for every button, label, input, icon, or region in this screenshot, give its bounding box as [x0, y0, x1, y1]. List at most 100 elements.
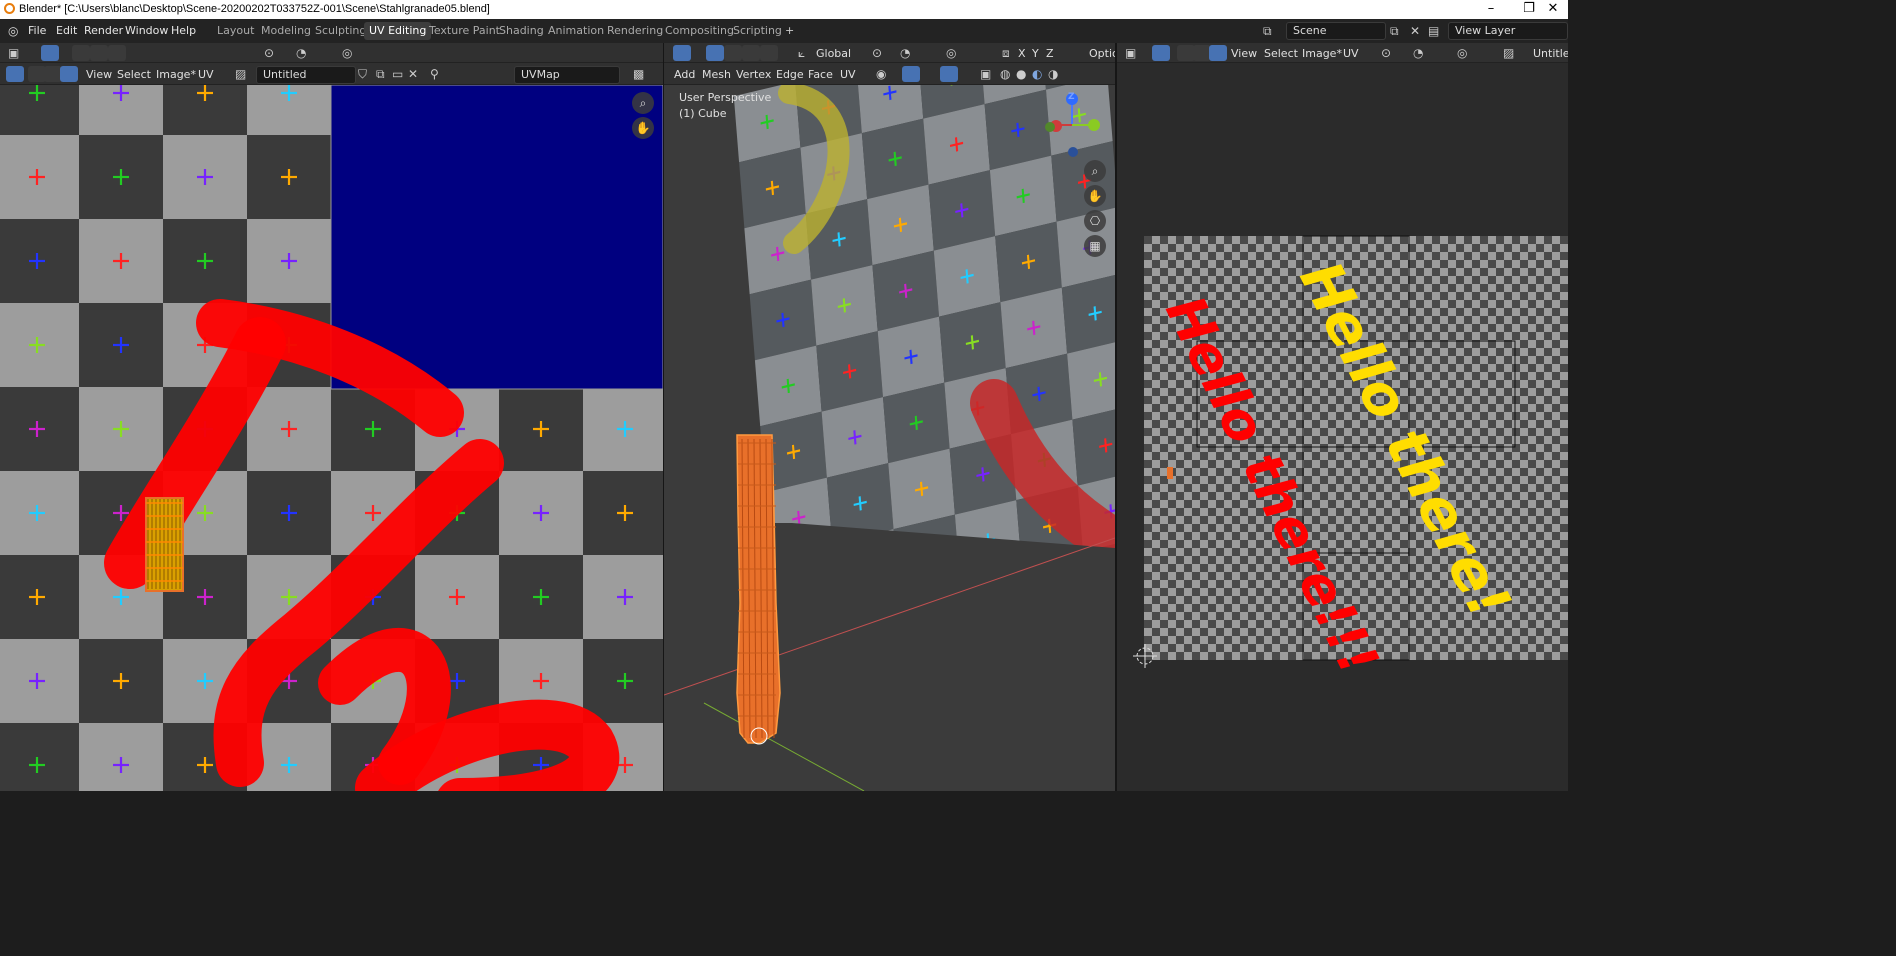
menu-mesh[interactable]: Mesh — [702, 68, 731, 81]
tab-animation[interactable]: Animation — [543, 22, 609, 40]
material-shading-icon[interactable]: ◐ — [1032, 67, 1042, 81]
menu-render[interactable]: Render — [84, 24, 123, 37]
tab-sculpting[interactable]: Sculpting — [310, 22, 371, 40]
select-tool-icon[interactable] — [673, 45, 691, 61]
image-name-label[interactable]: Untitled — [1533, 47, 1568, 60]
blender-menu-icon[interactable]: ◎ — [8, 24, 18, 38]
uv-menu-select[interactable]: Select — [117, 68, 151, 81]
rendered-shading-icon[interactable]: ◑ — [1048, 67, 1058, 81]
proportional-icon[interactable]: ◎ — [342, 46, 352, 60]
uv-checker-canvas[interactable] — [0, 43, 663, 791]
select-box-icon[interactable] — [41, 45, 59, 61]
menu-help[interactable]: Help — [171, 24, 196, 37]
image-menu-view[interactable]: View — [1231, 47, 1257, 60]
tab-rendering[interactable]: Rendering — [602, 22, 668, 40]
fake-user-icon[interactable]: ⛉ — [358, 67, 367, 81]
wireframe-shading-icon[interactable]: ◍ — [1000, 67, 1010, 81]
overlay-toggle-icon[interactable] — [940, 66, 958, 82]
zoom-icon[interactable]: ⌕ — [1084, 160, 1106, 182]
gizmo-toggle-icon[interactable] — [902, 66, 920, 82]
hand-icon[interactable]: ✋ — [632, 117, 654, 139]
pivot-icon[interactable]: ⊙ — [1381, 46, 1391, 60]
select-mode-icon[interactable] — [706, 45, 724, 61]
axis-z[interactable]: Z — [1046, 47, 1054, 60]
close-window-button[interactable]: ✕ — [1534, 0, 1572, 19]
menu-file[interactable]: File — [28, 24, 46, 37]
uv-face-mode-icon[interactable] — [1209, 45, 1227, 61]
close-icon[interactable]: ✕ — [408, 67, 418, 81]
image-menu-uv[interactable]: UV — [1343, 47, 1359, 60]
select-mode-icon[interactable] — [742, 45, 760, 61]
menu-window[interactable]: Window — [125, 24, 168, 37]
menu-vertex[interactable]: Vertex — [736, 68, 771, 81]
menu-edit[interactable]: Edit — [56, 24, 77, 37]
view-layer-icon[interactable]: ▤ — [1428, 24, 1439, 38]
proportional-icon[interactable]: ◎ — [946, 46, 956, 60]
uv-menu-view[interactable]: View — [86, 68, 112, 81]
tab-scripting[interactable]: Scripting — [728, 22, 787, 40]
new-image-icon[interactable]: ⧉ — [376, 67, 385, 81]
tab-layout[interactable]: Layout — [212, 22, 259, 40]
mirror-icon[interactable]: ⧈ — [1002, 46, 1010, 60]
snap-icon[interactable]: ◔ — [900, 46, 910, 60]
menu-add[interactable]: Add — [674, 68, 695, 81]
delete-scene-icon[interactable]: ✕ — [1410, 24, 1420, 38]
uv-face-mode-icon[interactable] — [60, 66, 78, 82]
image-browse-icon[interactable]: ▨ — [235, 67, 246, 81]
select-mode-icon[interactable] — [108, 45, 126, 61]
sync-selection-icon[interactable] — [1152, 45, 1170, 61]
new-scene-icon[interactable]: ⧉ — [1390, 24, 1399, 38]
tab-modeling[interactable]: Modeling — [256, 22, 316, 40]
transform-orientation[interactable]: Global — [816, 47, 851, 60]
editor-type-icon[interactable]: ▣ — [1125, 46, 1136, 60]
image-canvas[interactable]: Hello there!Hello there!!! — [1117, 43, 1568, 791]
grid-icon[interactable]: ▦ — [1084, 235, 1106, 257]
image-menu-select[interactable]: Select — [1264, 47, 1298, 60]
snap-icon[interactable]: ◔ — [296, 46, 306, 60]
viewport-canvas[interactable] — [664, 43, 1115, 791]
image-editor-area[interactable]: Hello there! Hello there!!! ▣ View Select… — [1117, 43, 1568, 791]
open-image-icon[interactable]: ▭ — [392, 67, 403, 81]
proportional-icon[interactable]: ◎ — [1457, 46, 1467, 60]
menu-uv[interactable]: UV — [840, 68, 856, 81]
uv-menu-uv[interactable]: UV — [198, 68, 214, 81]
editor-type-icon[interactable]: ▣ — [8, 46, 19, 60]
pivot-icon[interactable]: ⊙ — [872, 46, 882, 60]
minimize-button[interactable]: – — [1472, 0, 1510, 19]
select-mode-icon[interactable] — [72, 45, 90, 61]
uv-map-field[interactable]: UVMap — [514, 66, 620, 84]
hand-icon[interactable]: ✋ — [1084, 185, 1106, 207]
xray-icon[interactable]: ▣ — [980, 67, 991, 81]
image-menu-image[interactable]: Image* — [1302, 47, 1342, 60]
tab-uv-editing[interactable]: UV Editing — [364, 22, 432, 40]
menu-edge[interactable]: Edge — [776, 68, 804, 81]
axis-y[interactable]: Y — [1032, 47, 1039, 60]
uv-menu-image[interactable]: Image* — [156, 68, 196, 81]
orientation-icon[interactable]: ⟀ — [798, 46, 805, 60]
uv-editor-area[interactable]: ▣ ⊙ ◔ ◎ View Select Image* UV ▨ Untitled… — [0, 43, 663, 791]
add-workspace-button[interactable]: + — [780, 22, 799, 40]
visibility-icon[interactable]: ◉ — [876, 67, 886, 81]
pin-icon[interactable]: ⚲ — [430, 67, 439, 81]
solid-shading-icon[interactable]: ● — [1016, 67, 1026, 81]
sync-selection-icon[interactable] — [6, 66, 24, 82]
snap-icon[interactable]: ◔ — [1413, 46, 1423, 60]
select-mode-icon[interactable] — [760, 45, 778, 61]
select-mode-icon[interactable] — [90, 45, 108, 61]
tab-shading[interactable]: Shading — [494, 22, 549, 40]
image-browse-icon[interactable]: ▨ — [1503, 46, 1514, 60]
viewport-3d-area[interactable]: ⟀ Global ⊙ ◔ ◎ ⧈ X Y Z Options Add Mesh … — [664, 43, 1115, 791]
view-layer-field[interactable]: View Layer — [1448, 22, 1568, 40]
display-channels-icon[interactable]: ▩ — [633, 67, 644, 81]
scene-icon[interactable]: ⧉ — [1263, 24, 1272, 38]
select-mode-icon[interactable] — [724, 45, 742, 61]
camera-icon[interactable]: ⎔ — [1084, 210, 1106, 232]
axis-x[interactable]: X — [1018, 47, 1026, 60]
tab-texture-paint[interactable]: Texture Paint — [424, 22, 505, 40]
scene-field[interactable]: Scene — [1286, 22, 1386, 40]
pivot-icon[interactable]: ⊙ — [264, 46, 274, 60]
menu-face[interactable]: Face — [808, 68, 833, 81]
options-menu[interactable]: Options — [1089, 47, 1115, 60]
uv-image-name-field[interactable]: Untitled — [256, 66, 356, 84]
zoom-icon[interactable]: ⌕ — [632, 92, 654, 114]
